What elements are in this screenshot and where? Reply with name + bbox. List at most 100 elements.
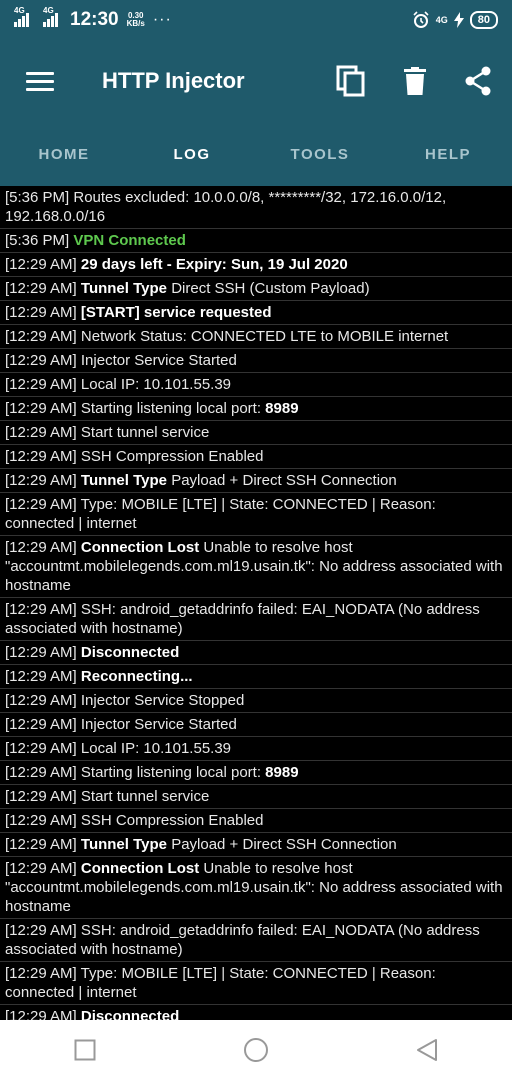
signal-icon: 4G	[43, 6, 58, 27]
log-entry: [12:29 AM] SSH: android_getaddrinfo fail…	[0, 598, 512, 641]
tab-tools[interactable]: TOOLS	[256, 122, 384, 186]
log-message: Network Status: CONNECTED LTE to MOBILE …	[80, 328, 449, 345]
log-emphasis: Tunnel Type	[80, 280, 168, 297]
log-entry: [12:29 AM] SSH Compression Enabled	[0, 809, 512, 833]
log-entry: [12:29 AM] Start tunnel service	[0, 785, 512, 809]
log-entry: [12:29 AM] Start tunnel service	[0, 421, 512, 445]
speed-unit: KB/s	[126, 19, 145, 28]
log-message: Start tunnel service	[80, 424, 210, 441]
log-message: Routes excluded: 10.0.0.0/8, *********/3…	[5, 189, 451, 225]
log-message: Injector Service Started	[80, 716, 237, 733]
log-timestamp: [12:29 AM]	[5, 400, 77, 417]
log-entry: [12:29 AM] Type: MOBILE [LTE] | State: C…	[0, 962, 512, 1005]
log-port-value: 8989	[265, 764, 299, 781]
network-type-label: 4G	[43, 6, 54, 15]
log-emphasis: Disconnected	[80, 644, 180, 661]
log-entry: [5:36 PM] Routes excluded: 10.0.0.0/8, *…	[0, 186, 512, 229]
log-timestamp: [12:29 AM]	[5, 424, 77, 441]
log-emphasis: Connection Lost	[80, 860, 200, 877]
log-timestamp: [12:29 AM]	[5, 922, 77, 939]
log-emphasis: Reconnecting...	[80, 668, 193, 685]
trash-icon[interactable]	[404, 67, 426, 95]
log-entry: [12:29 AM] [START] service requested	[0, 301, 512, 325]
log-timestamp: [12:29 AM]	[5, 965, 77, 982]
log-timestamp: [12:29 AM]	[5, 716, 77, 733]
tab-help[interactable]: HELP	[384, 122, 512, 186]
log-entry: [12:29 AM] Disconnected	[0, 641, 512, 665]
log-timestamp: [12:29 AM]	[5, 692, 77, 709]
system-nav-bar	[0, 1020, 512, 1080]
log-entry: [12:29 AM] Starting listening local port…	[0, 761, 512, 785]
network-type-label: 4G	[14, 6, 25, 15]
log-timestamp: [5:36 PM]	[5, 189, 70, 206]
log-timestamp: [12:29 AM]	[5, 860, 77, 877]
log-entry: [12:29 AM] Disconnected	[0, 1005, 512, 1020]
log-timestamp: [12:29 AM]	[5, 836, 77, 853]
log-message: Payload + Direct SSH Connection	[171, 472, 397, 489]
log-message: Payload + Direct SSH Connection	[171, 836, 397, 853]
menu-icon[interactable]	[26, 71, 54, 91]
tab-home[interactable]: HOME	[0, 122, 128, 186]
log-timestamp: [12:29 AM]	[5, 280, 77, 297]
log-timestamp: [12:29 AM]	[5, 352, 77, 369]
app-bar: HTTP Injector	[0, 40, 512, 122]
log-timestamp: [12:29 AM]	[5, 496, 77, 513]
log-timestamp: [12:29 AM]	[5, 601, 77, 618]
log-emphasis: 29 days left - Expiry: Sun, 19 Jul 2020	[80, 256, 348, 273]
charging-icon	[453, 12, 464, 28]
tab-bar: HOME LOG TOOLS HELP	[0, 122, 512, 186]
volte-label: 4G	[435, 15, 448, 25]
log-entry: [12:29 AM] Tunnel Type Direct SSH (Custo…	[0, 277, 512, 301]
log-timestamp: [5:36 PM]	[5, 232, 70, 249]
log-message: SSH Compression Enabled	[80, 448, 264, 465]
tab-log[interactable]: LOG	[128, 122, 256, 186]
log-timestamp: [12:29 AM]	[5, 448, 77, 465]
log-list[interactable]: [5:36 PM] Routes excluded: 10.0.0.0/8, *…	[0, 186, 512, 1020]
log-timestamp: [12:29 AM]	[5, 304, 77, 321]
log-entry: [12:29 AM] Tunnel Type Payload + Direct …	[0, 833, 512, 857]
log-timestamp: [12:29 AM]	[5, 539, 77, 556]
log-entry: [12:29 AM] Injector Service Started	[0, 349, 512, 373]
log-timestamp: [12:29 AM]	[5, 1008, 77, 1020]
log-timestamp: [12:29 AM]	[5, 788, 77, 805]
back-button[interactable]	[416, 1038, 438, 1062]
battery-icon: 80	[469, 11, 498, 29]
log-message: SSH: android_getaddrinfo failed: EAI_NOD…	[5, 601, 484, 637]
log-message: Injector Service Started	[80, 352, 237, 369]
copy-icon[interactable]	[336, 65, 366, 97]
log-message: SSH Compression Enabled	[80, 812, 264, 829]
log-message: Starting listening local port:	[80, 400, 261, 417]
log-message: SSH: android_getaddrinfo failed: EAI_NOD…	[5, 922, 484, 958]
log-message: Starting listening local port:	[80, 764, 261, 781]
log-emphasis: Tunnel Type	[80, 472, 168, 489]
log-entry: [12:29 AM] Connection Lost Unable to res…	[0, 857, 512, 919]
log-entry: [12:29 AM] Network Status: CONNECTED LTE…	[0, 325, 512, 349]
log-timestamp: [12:29 AM]	[5, 812, 77, 829]
log-timestamp: [12:29 AM]	[5, 668, 77, 685]
log-entry: [12:29 AM] Starting listening local port…	[0, 397, 512, 421]
status-bar: 4G 4G 12:30 0.30 KB/s ··· 4G 80	[0, 0, 512, 40]
log-emphasis: [START] service requested	[80, 304, 272, 321]
log-entry: [12:29 AM] Connection Lost Unable to res…	[0, 536, 512, 598]
share-icon[interactable]	[464, 66, 492, 96]
home-button[interactable]	[243, 1037, 269, 1063]
log-emphasis: Tunnel Type	[80, 836, 168, 853]
more-notifications-icon: ···	[152, 11, 172, 28]
log-entry: [12:29 AM] Reconnecting...	[0, 665, 512, 689]
log-entry: [5:36 PM] VPN Connected	[0, 229, 512, 253]
log-emphasis: Disconnected	[80, 1008, 180, 1020]
log-message: Start tunnel service	[80, 788, 210, 805]
log-timestamp: [12:29 AM]	[5, 256, 77, 273]
app-title: HTTP Injector	[102, 68, 245, 93]
log-message: Injector Service Stopped	[80, 692, 245, 709]
log-entry: [12:29 AM] Type: MOBILE [LTE] | State: C…	[0, 493, 512, 536]
signal-icon: 4G	[14, 6, 29, 27]
log-message: Local IP: 10.101.55.39	[80, 376, 232, 393]
log-timestamp: [12:29 AM]	[5, 764, 77, 781]
network-speed: 0.30 KB/s	[127, 12, 145, 28]
log-entry: [12:29 AM] Tunnel Type Payload + Direct …	[0, 469, 512, 493]
log-entry: [12:29 AM] Local IP: 10.101.55.39	[0, 737, 512, 761]
log-timestamp: [12:29 AM]	[5, 376, 77, 393]
log-entry: [12:29 AM] Injector Service Stopped	[0, 689, 512, 713]
recents-button[interactable]	[74, 1039, 96, 1061]
